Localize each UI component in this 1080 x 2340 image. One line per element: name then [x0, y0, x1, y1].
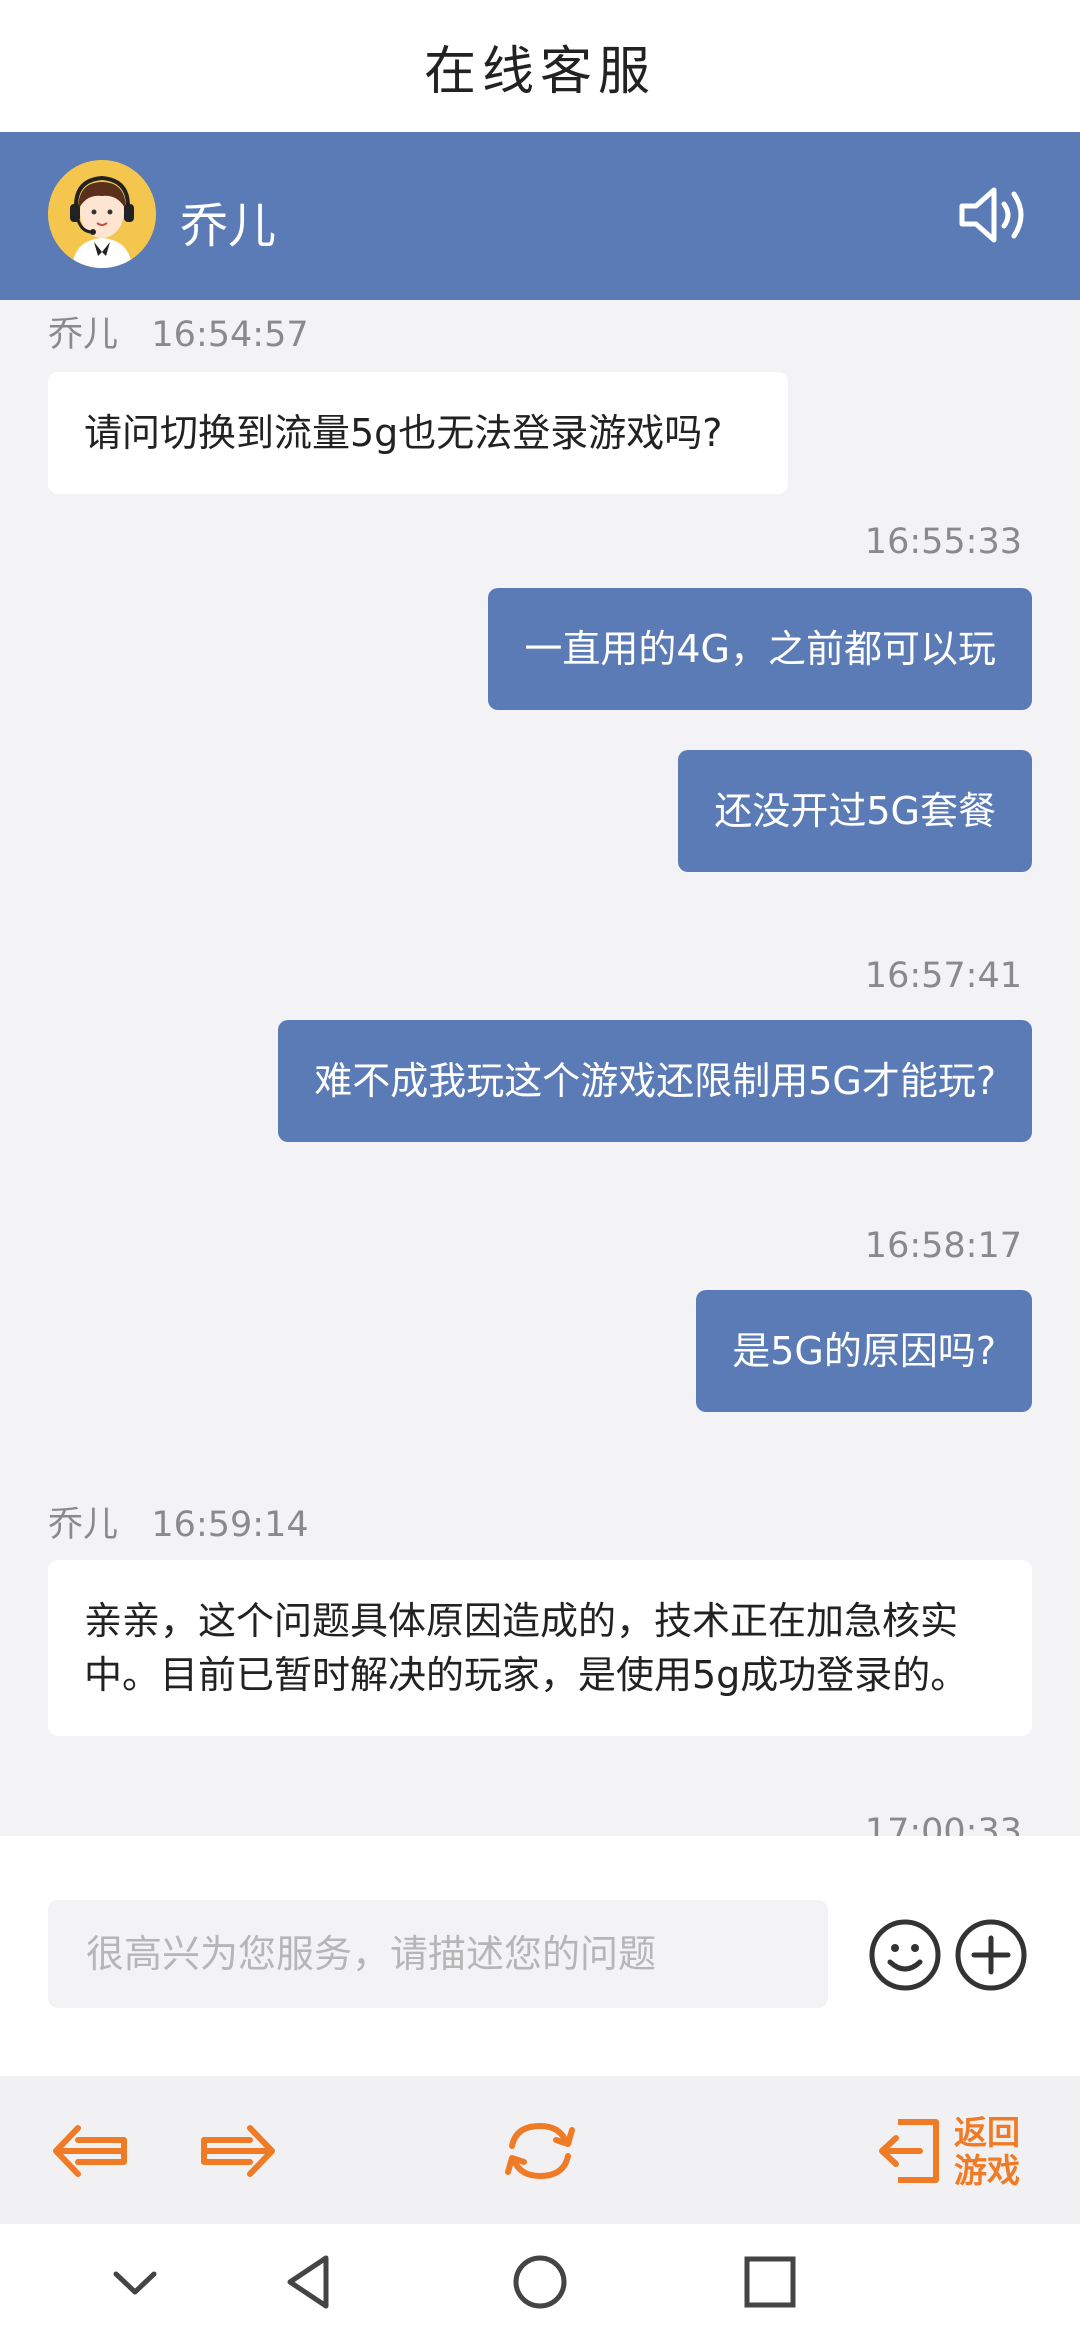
message-meta: 乔儿 16:59:14: [48, 1496, 309, 1547]
input-bar: [0, 1836, 1080, 2076]
browser-toolbar: 返回 游戏: [0, 2076, 1080, 2224]
circle-home-icon[interactable]: [512, 2254, 568, 2310]
refresh-icon[interactable]: [500, 2116, 580, 2186]
arrow-left-icon[interactable]: [48, 2116, 132, 2186]
timestamp: 17:00:33: [864, 1812, 1022, 1836]
back-to-game-label: 返回 游戏: [954, 2113, 1020, 2190]
chevron-down-icon[interactable]: [110, 2254, 160, 2310]
agent-name: 乔儿: [180, 198, 277, 254]
sender-name: 乔儿: [48, 315, 119, 355]
timestamp: 16:55:33: [864, 522, 1022, 562]
timestamp: 16:58:17: [864, 1226, 1022, 1266]
exit-icon[interactable]: [876, 2116, 942, 2186]
agent-message-bubble: 亲亲，这个问题具体原因造成的，技术正在加急核实中。目前已暂时解决的玩家，是使用5…: [48, 1560, 1032, 1736]
user-message-bubble: 难不成我玩这个游戏还限制用5G才能玩?: [278, 1020, 1032, 1142]
message-input[interactable]: [48, 1900, 828, 2008]
triangle-back-icon[interactable]: [282, 2254, 338, 2310]
agent-bar: 乔儿: [0, 132, 1080, 300]
title-bar: 在线客服: [0, 0, 1080, 132]
sender-name: 乔儿: [48, 1505, 119, 1545]
agent-message-bubble: 请问切换到流量5g也无法登录游戏吗?: [48, 372, 788, 494]
timestamp: 16:57:41: [864, 956, 1022, 996]
user-message-bubble: 还没开过5G套餐: [678, 750, 1032, 872]
user-message-bubble: 一直用的4G，之前都可以玩: [488, 588, 1032, 710]
agent-avatar: [48, 160, 156, 268]
plus-icon[interactable]: [954, 1918, 1028, 1992]
speaker-icon[interactable]: [958, 184, 1032, 246]
square-recents-icon[interactable]: [742, 2254, 798, 2310]
timestamp: 16:59:14: [151, 1505, 309, 1545]
system-nav-bar: [0, 2224, 1080, 2340]
emoji-icon[interactable]: [868, 1918, 942, 1992]
arrow-right-icon[interactable]: [196, 2116, 280, 2186]
chat-history[interactable]: 乔儿 16:54:57 请问切换到流量5g也无法登录游戏吗? 16:55:33 …: [0, 300, 1080, 1836]
user-message-bubble: 是5G的原因吗?: [696, 1290, 1032, 1412]
timestamp: 16:54:57: [151, 315, 309, 355]
page-title: 在线客服: [423, 41, 656, 102]
message-meta: 乔儿 16:54:57: [48, 306, 309, 357]
back-to-game-button[interactable]: 返回 游戏: [954, 2114, 1020, 2190]
